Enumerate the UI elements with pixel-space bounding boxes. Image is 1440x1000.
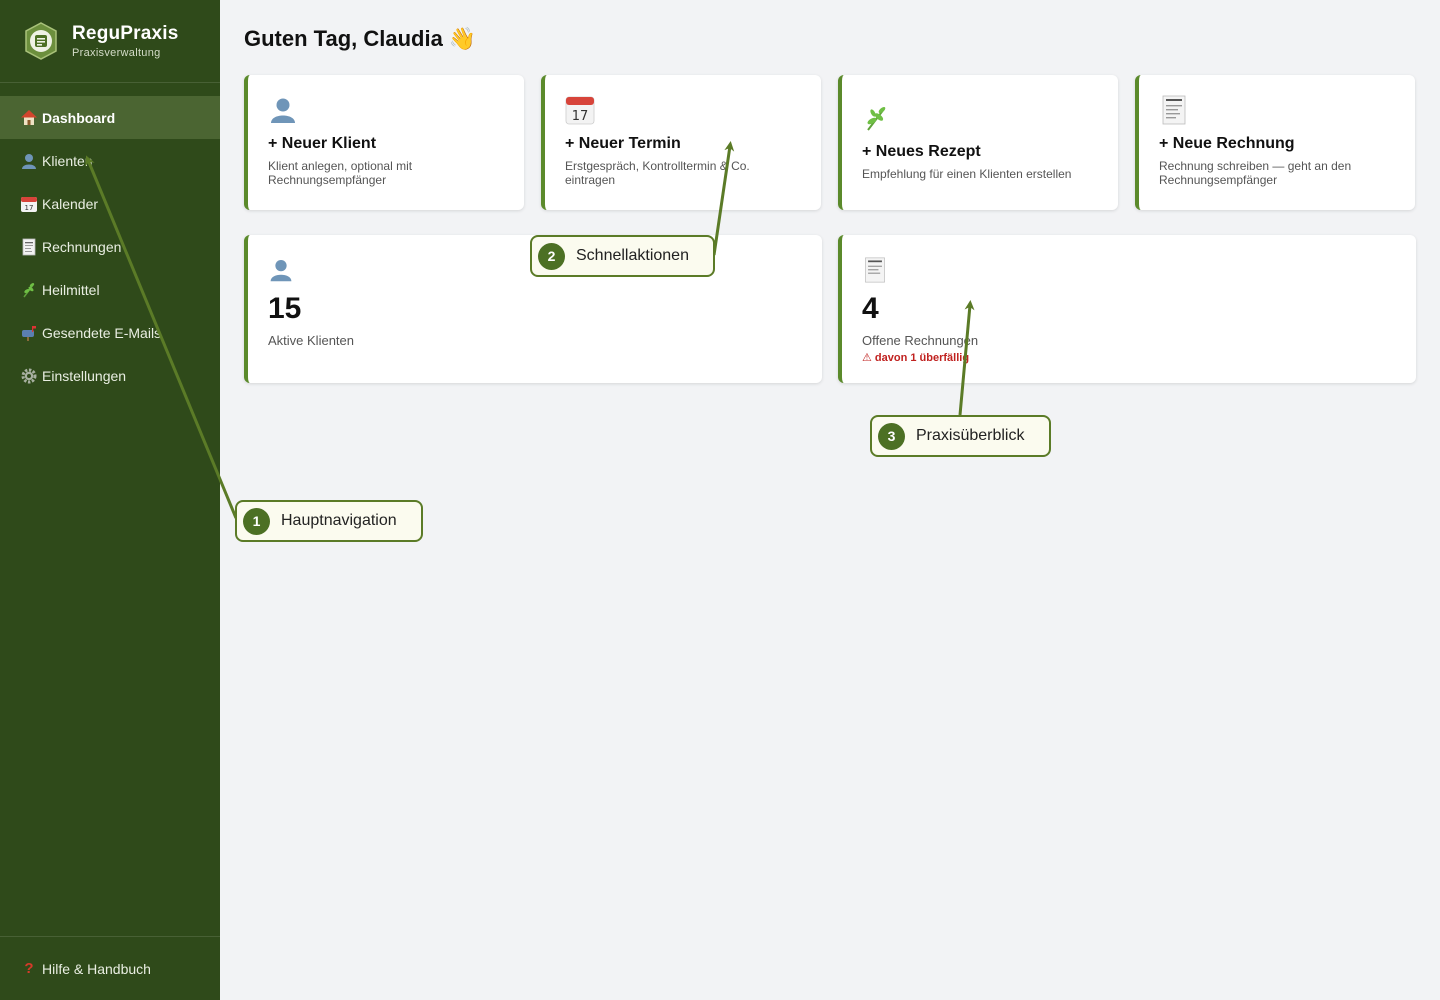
callout-label: Hauptnavigation: [281, 512, 397, 529]
nav-item-kalender[interactable]: 17 Kalender: [0, 182, 220, 225]
nav-item-label: Rechnungen: [42, 238, 122, 255]
house-icon: [20, 109, 38, 127]
stat-label: Aktive Klienten: [268, 333, 354, 348]
card-title: + Neuer Termin: [565, 135, 681, 152]
receipt-icon: [1159, 95, 1189, 125]
help-link[interactable]: ? Hilfe & Handbuch: [0, 936, 220, 1000]
nav-item-dashboard[interactable]: Dashboard: [0, 96, 220, 139]
brand[interactable]: ReguPraxis Praxisverwaltung: [0, 0, 220, 83]
callout-hauptnavigation: 1 Hauptnavigation: [235, 500, 423, 542]
callout-schnellaktionen: 2 Schnellaktionen: [530, 235, 715, 277]
callout-label: Schnellaktionen: [576, 247, 689, 264]
nav-item-rechnungen[interactable]: Rechnungen: [0, 225, 220, 268]
gear-icon: [20, 367, 38, 385]
stat-value: 15: [268, 292, 302, 325]
nav-item-label: Heilmittel: [42, 281, 100, 298]
sidebar: ReguPraxis Praxisverwaltung Dashboard Kl…: [0, 0, 220, 1000]
herb-icon: [20, 281, 38, 299]
card-title: + Neuer Klient: [268, 135, 377, 152]
logo-icon: [22, 22, 60, 60]
app-name: ReguPraxis: [72, 23, 179, 44]
page-title: Guten Tag, Claudia 👋: [244, 26, 476, 52]
card-title: + Neue Rechnung: [1159, 135, 1295, 152]
nav-item-label: Kalender: [42, 195, 99, 212]
open-invoices-card[interactable]: 4 Offene Rechnungen ⚠ davon 1 überfällig: [838, 235, 1416, 383]
card-description: Empfehlung für einen Klienten erstellen: [862, 167, 1072, 181]
waving-hand-icon: 👋: [448, 26, 477, 51]
stat-label: Offene Rechnungen: [862, 333, 979, 348]
callout-label: Praxisüberblick: [916, 427, 1025, 444]
person-icon: [268, 257, 294, 283]
stat-value: 4: [862, 292, 879, 325]
svg-text:17: 17: [572, 109, 589, 124]
nav-item-heilmittel[interactable]: Heilmittel: [0, 268, 220, 311]
card-description: Rechnung schreiben — geht an den Rechnun…: [1159, 159, 1352, 187]
new-client-card[interactable]: + Neuer Klient Klient anlegen, optional …: [244, 75, 524, 210]
callout-praxisueberblick: 3 Praxisüberblick: [870, 415, 1051, 457]
help-label: Hilfe & Handbuch: [42, 960, 151, 977]
card-title: + Neues Rezept: [862, 143, 981, 160]
callout-number: 2: [538, 242, 565, 270]
new-recipe-card[interactable]: + Neues Rezept Empfehlung für einen Klie…: [838, 75, 1118, 210]
new-appointment-card[interactable]: 17 + Neuer Termin Erstgespräch, Kontroll…: [541, 75, 821, 210]
nav-item-einstellungen[interactable]: Einstellungen: [0, 354, 220, 397]
nav-item-emails[interactable]: Gesendete E-Mails: [0, 311, 220, 354]
app-subtitle: Praxisverwaltung: [72, 47, 161, 59]
receipt-icon: [20, 238, 38, 256]
overdue-warning: ⚠ davon 1 überfällig: [862, 352, 970, 364]
nav-item-label: Dashboard: [42, 109, 116, 126]
question-icon: ?: [24, 960, 34, 977]
card-description: Klient anlegen, optional mit Rechnungsem…: [268, 159, 413, 187]
nav-item-label: Einstellungen: [42, 367, 127, 384]
person-icon: [20, 152, 38, 170]
nav-item-label: Gesendete E-Mails: [42, 324, 162, 341]
new-invoice-card[interactable]: + Neue Rechnung Rechnung schreiben — geh…: [1135, 75, 1415, 210]
callout-number: 1: [243, 507, 270, 535]
receipt-icon: [862, 257, 888, 283]
main-navigation: Dashboard Klienten 17 Kalender Rechnunge…: [0, 96, 220, 397]
nav-item-label: Klienten: [42, 152, 93, 169]
calendar-icon: 17: [20, 195, 38, 213]
card-description: Erstgespräch, Kontrolltermin & Co. eintr…: [565, 159, 750, 187]
herb-icon: [862, 103, 892, 133]
svg-text:17: 17: [25, 204, 34, 212]
callout-number: 3: [878, 422, 905, 450]
person-icon: [268, 95, 298, 125]
nav-item-klienten[interactable]: Klienten: [0, 139, 220, 182]
greeting-text: Guten Tag, Claudia: [244, 26, 443, 51]
mailbox-icon: [20, 324, 38, 342]
calendar-icon: 17: [565, 95, 595, 125]
